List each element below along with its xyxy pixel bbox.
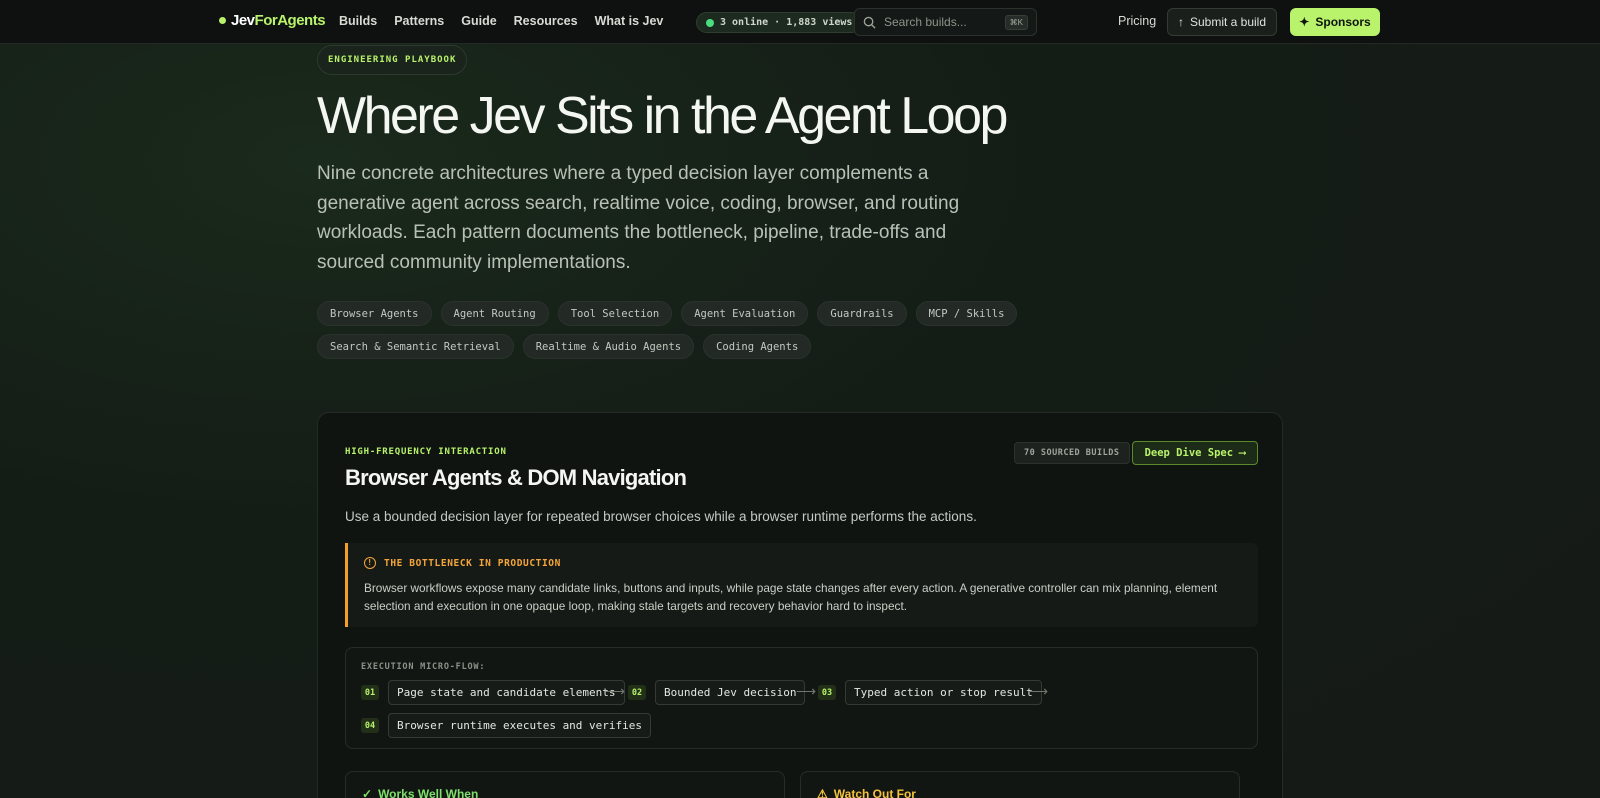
card-eyebrow: HIGH-FREQUENCY INTERACTION [345, 447, 507, 457]
nav-link-patterns[interactable]: Patterns [394, 14, 444, 28]
pattern-tag-list: Browser Agents Agent Routing Tool Select… [317, 301, 1167, 359]
step-label: Bounded Jev decision [655, 680, 806, 705]
logo-dot-icon [219, 17, 226, 24]
watch-out-panel: ⚠ Watch Out For [800, 771, 1240, 798]
nav-link-guide[interactable]: Guide [461, 14, 496, 28]
sponsors-label: Sponsors [1315, 15, 1371, 29]
search-input[interactable]: Search builds... ⌘K [854, 8, 1037, 36]
hero-eyebrow-badge: ENGINEERING PLAYBOOK [317, 45, 468, 75]
pattern-card-browser-agents: HIGH-FREQUENCY INTERACTION Browser Agent… [317, 412, 1283, 798]
arrow-up-icon: ↑ [1177, 15, 1184, 29]
submit-build-label: Submit a build [1189, 15, 1267, 29]
step-number: 04 [361, 718, 379, 733]
step-number: 01 [361, 685, 379, 700]
tag-browser-agents[interactable]: Browser Agents [317, 301, 432, 326]
warning-triangle-icon: ⚠ [817, 787, 828, 798]
step-label: Browser runtime executes and verifies [388, 713, 652, 738]
deep-dive-label: Deep Dive Spec [1144, 447, 1234, 459]
top-navbar: Jev ForAgents Builds Patterns Guide Reso… [0, 0, 1600, 44]
step-number: 02 [628, 685, 646, 700]
execution-micro-flow: EXECUTION MICRO-FLOW: 01 Page state and … [345, 647, 1258, 749]
arrow-right-icon: ⟶ [1239, 447, 1246, 459]
search-shortcut-badge: ⌘K [1004, 14, 1028, 30]
deep-dive-spec-button[interactable]: Deep Dive Spec ⟶ [1132, 441, 1258, 465]
flow-step-01: 01 Page state and candidate elements [361, 680, 625, 705]
watch-out-heading: ⚠ Watch Out For [817, 787, 916, 798]
logo-text-jev: Jev [231, 12, 255, 29]
logo-text-foragents: ForAgents [254, 12, 326, 29]
nav-link-resources[interactable]: Resources [514, 14, 578, 28]
nav-link-pricing[interactable]: Pricing [1118, 14, 1156, 28]
step-label: Typed action or stop result [845, 680, 1042, 705]
search-icon [863, 16, 876, 29]
nav-links: Builds Patterns Guide Resources What is … [339, 14, 663, 28]
tag-realtime-audio-agents[interactable]: Realtime & Audio Agents [522, 334, 695, 359]
tag-tool-selection[interactable]: Tool Selection [557, 301, 673, 326]
alert-circle-icon: ! [364, 557, 376, 569]
works-well-title: Works Well When [378, 787, 479, 798]
nav-link-what-is-jev[interactable]: What is Jev [595, 14, 664, 28]
site-logo[interactable]: Jev ForAgents [219, 12, 326, 29]
sourced-builds-badge: 70 SOURCED BUILDS [1014, 442, 1130, 464]
search-placeholder: Search builds... [884, 15, 967, 29]
flow-step-02: 02 Bounded Jev decision [628, 680, 806, 705]
tag-guardrails[interactable]: Guardrails [817, 301, 907, 326]
page-subtitle: Nine concrete architectures where a type… [317, 163, 960, 273]
flow-arrow-icon: ⟶ [1028, 683, 1049, 699]
watch-out-title: Watch Out For [833, 787, 916, 798]
works-well-heading: ✓ Works Well When [362, 787, 478, 798]
sponsors-button[interactable]: ✦ Sponsors [1290, 8, 1380, 36]
tag-coding-agents[interactable]: Coding Agents [703, 334, 812, 359]
step-label: Page state and candidate elements [388, 680, 625, 705]
flow-step-04: 04 Browser runtime executes and verifies [361, 713, 652, 738]
bottleneck-text: Browser workflows expose many candidate … [364, 581, 1218, 613]
flow-arrow-icon: ⟶ [796, 683, 817, 699]
flow-step-03: 03 Typed action or stop result [818, 680, 1042, 705]
submit-build-button[interactable]: ↑ Submit a build [1167, 8, 1277, 36]
tag-agent-evaluation[interactable]: Agent Evaluation [681, 301, 809, 326]
page-title: Where Jev Sits in the Agent Loop [317, 87, 1008, 145]
card-description: Use a bounded decision layer for repeate… [345, 509, 977, 524]
tag-search-semantic-retrieval[interactable]: Search & Semantic Retrieval [317, 334, 514, 359]
tag-agent-routing[interactable]: Agent Routing [440, 301, 549, 326]
bottleneck-callout: ! THE BOTTLENECK IN PRODUCTION Browser w… [345, 543, 1258, 627]
bottleneck-heading: ! THE BOTTLENECK IN PRODUCTION [364, 557, 561, 569]
online-dot-icon [706, 18, 714, 27]
tag-mcp-skills[interactable]: MCP / Skills [915, 301, 1018, 326]
flow-arrow-icon: ⟶ [605, 683, 626, 699]
check-icon: ✓ [362, 787, 373, 798]
online-status-text: 3 online · 1,883 views [720, 17, 853, 28]
flow-label: EXECUTION MICRO-FLOW: [361, 662, 486, 672]
card-title: Browser Agents & DOM Navigation [345, 465, 687, 490]
nav-link-builds[interactable]: Builds [339, 14, 377, 28]
step-number: 03 [818, 685, 836, 700]
bottleneck-title: THE BOTTLENECK IN PRODUCTION [384, 557, 561, 569]
online-status-badge: 3 online · 1,883 views [696, 12, 863, 33]
works-well-panel: ✓ Works Well When [345, 771, 785, 798]
sparkle-icon: ✦ [1299, 15, 1310, 29]
